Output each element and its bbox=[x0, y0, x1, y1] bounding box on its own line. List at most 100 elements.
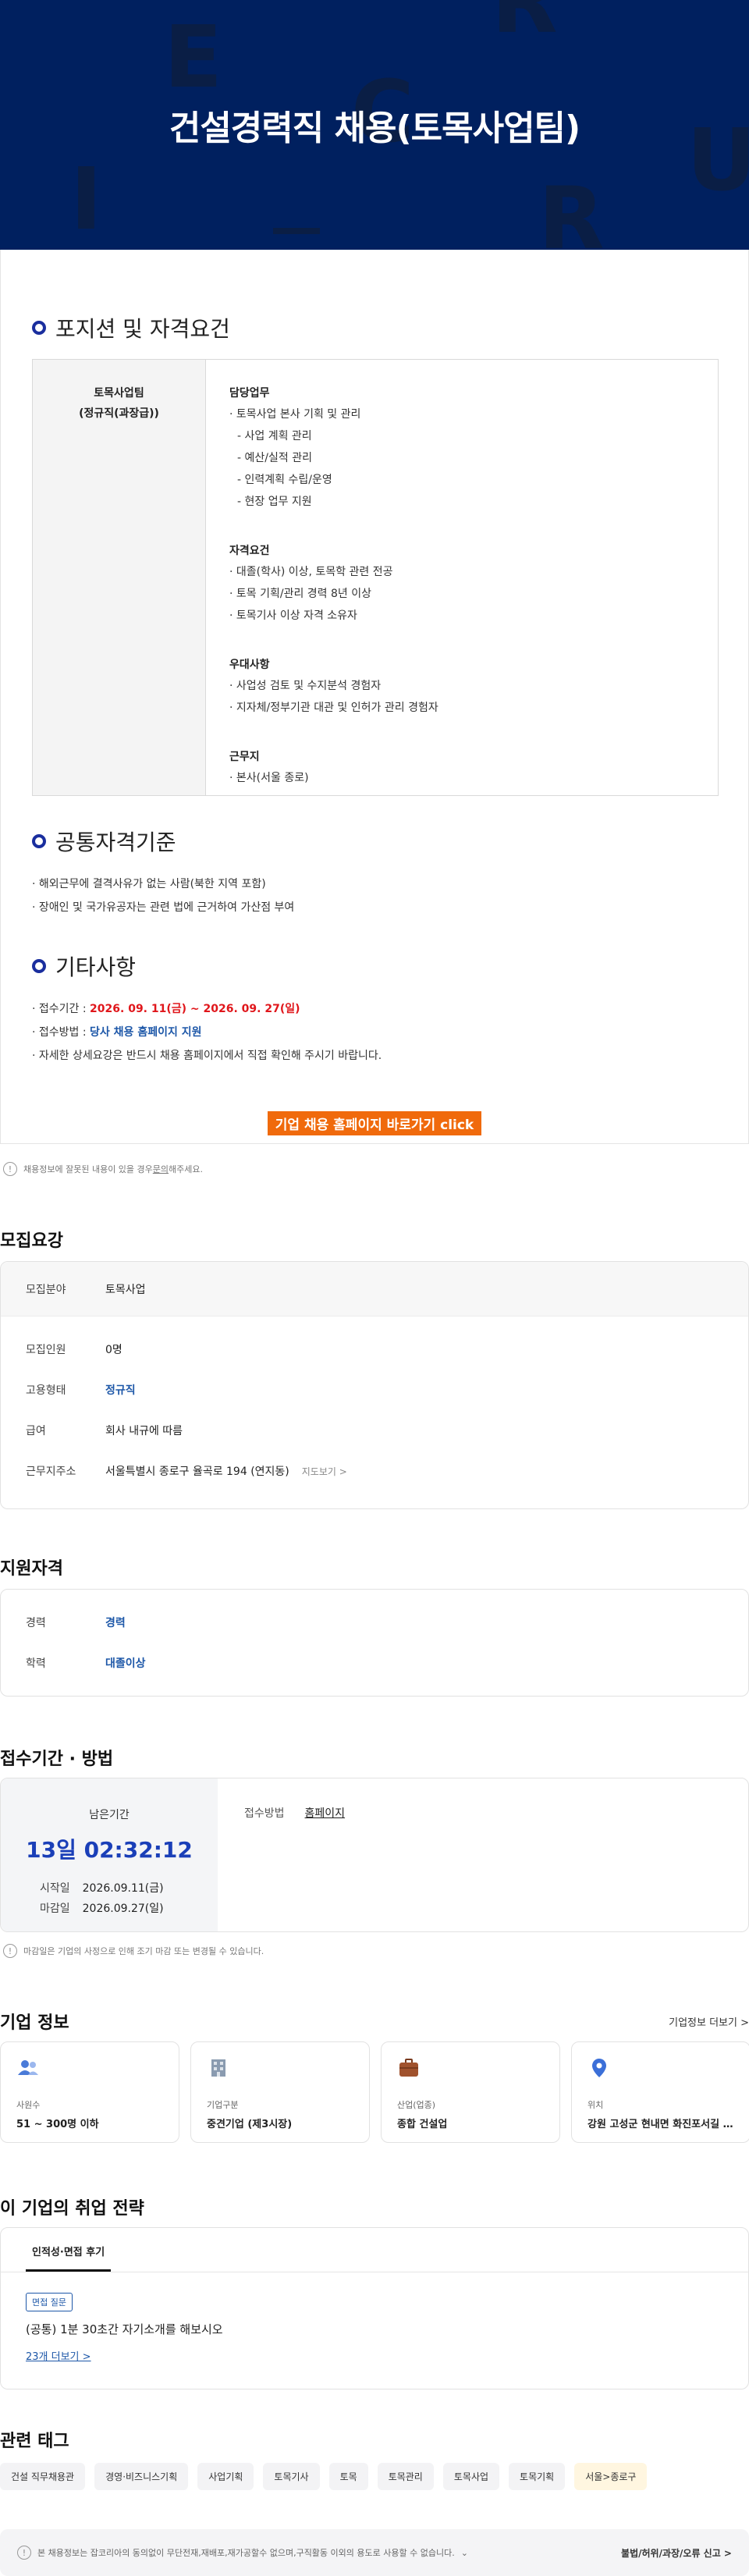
company-header: 기업 정보 기업정보 더보기 > bbox=[0, 2009, 749, 2034]
tag-item[interactable]: 사업기획 bbox=[197, 2463, 254, 2490]
apply-method-panel: 접수방법 홈페이지 bbox=[218, 1778, 748, 1931]
company-card-employees: 사원수 51 ~ 300명 이하 bbox=[0, 2041, 179, 2143]
team-name: 토목사업팀 bbox=[94, 387, 144, 400]
info-icon: ! bbox=[3, 1162, 17, 1176]
etc-method: · 접수방법 : 당사 채용 홈페이지 지원 bbox=[32, 1021, 717, 1044]
etc-detail: · 자세한 상세요강은 반드시 채용 홈페이지에서 직접 확인해 주시기 바랍니… bbox=[32, 1050, 382, 1062]
common-item: · 장애인 및 국가유공자는 관련 법에 근거하여 가산점 부여 bbox=[32, 901, 295, 914]
row-label: 근무지주소 bbox=[26, 1466, 76, 1478]
field-label: 모집분야 bbox=[26, 1283, 66, 1296]
group-line: · 대졸(학사) 이상, 토목학 관련 전공 bbox=[229, 566, 393, 578]
card-label: 사원수 bbox=[16, 2100, 41, 2110]
briefcase-icon bbox=[399, 2059, 418, 2077]
end-date-row: 마감일 2026.09.27(일) bbox=[40, 1899, 218, 1919]
qual-row: 경력 경력 bbox=[1, 1602, 748, 1643]
notice-text-post: 해주세요. bbox=[169, 1164, 204, 1174]
cta-wrap: 기업 채용 홈페이지 바로가기 click bbox=[32, 1111, 717, 1135]
group-line: - 현장 업무 지원 bbox=[237, 496, 312, 508]
row-value: 대졸이상 bbox=[105, 1658, 146, 1670]
end-date: 2026.09.27(일) bbox=[82, 1903, 164, 1915]
start-date: 2026.09.11(금) bbox=[82, 1882, 164, 1895]
recruit-row: 급여 회사 내규에 따름 bbox=[1, 1410, 748, 1451]
etc-heading-text: 기타사항 bbox=[55, 954, 137, 980]
tag-item[interactable]: 경영·비즈니스기획 bbox=[94, 2463, 189, 2490]
qual-row: 학력 대졸이상 bbox=[1, 1643, 748, 1683]
tag-item[interactable]: 토목관리 bbox=[377, 2463, 434, 2490]
etc-list: · 접수기간 : 2026. 09. 11(금) ~ 2026. 09. 27(… bbox=[32, 997, 717, 1068]
more-questions-link[interactable]: 23개 더보기 > bbox=[26, 2348, 723, 2363]
hero-banner: E C R U I R 건설경력직 채용(토목사업팀) bbox=[0, 0, 749, 250]
common-item: · 해외근무에 결격사유가 없는 사람(북한 지역 포함) bbox=[32, 878, 266, 890]
report-link[interactable]: 불법/허위/과장/오류 신고 > bbox=[621, 2546, 732, 2560]
company-card-type: 기업구분 중견기업 (제3시장) bbox=[190, 2041, 370, 2143]
company-more-link[interactable]: 기업정보 더보기 > bbox=[669, 2014, 749, 2029]
tag-item[interactable]: 토목사업 bbox=[442, 2463, 500, 2490]
bg-letter-r-bottom: R bbox=[538, 169, 605, 250]
card-value: 51 ~ 300명 이하 bbox=[16, 2119, 99, 2130]
recruit-row: 근무지주소 서울특별시 종로구 율곡로 194 (연지동) 지도보기 > bbox=[1, 1451, 748, 1491]
copyright-notice: ! 본 채용정보는 잡코리아의 동의없이 무단전재,재배포,재가공할수 없으며,… bbox=[17, 2546, 468, 2560]
info-icon: ! bbox=[3, 1944, 17, 1958]
recruit-card: 모집분야 토목사업 모집인원 0명 고용형태 정규직 급여 회사 내규에 따름 … bbox=[0, 1261, 749, 1509]
tab-interview-review[interactable]: 인적성·면접 후기 bbox=[26, 2228, 112, 2272]
group-title: 우대사항 bbox=[229, 659, 270, 671]
people-icon bbox=[18, 2060, 38, 2075]
row-label: 경력 bbox=[26, 1617, 46, 1629]
group-title: 담당업무 bbox=[229, 387, 270, 400]
info-icon: ! bbox=[17, 2546, 31, 2560]
row-value: 서울특별시 종로구 율곡로 194 (연지동) bbox=[105, 1466, 289, 1478]
card-label: 기업구분 bbox=[207, 2100, 239, 2110]
period-value: 2026. 09. 11(금) ~ 2026. 09. 27(일) bbox=[90, 1003, 300, 1015]
map-link[interactable]: 지도보기 > bbox=[302, 1465, 347, 1478]
card-label: 위치 bbox=[587, 2100, 604, 2110]
position-table: 토목사업팀 (정규직(과장급)) 담당업무 · 토목사업 본사 기획 및 관리 … bbox=[32, 359, 719, 796]
bg-letter-e: E bbox=[164, 7, 223, 107]
group-line: · 토목 기획/관리 경력 8년 이상 bbox=[229, 588, 372, 600]
ring-bullet-icon bbox=[32, 321, 46, 335]
remain-label: 남은기간 bbox=[89, 1809, 130, 1821]
tag-item[interactable]: 토목기획 bbox=[509, 2463, 566, 2490]
tag-item[interactable]: 토목 bbox=[328, 2463, 368, 2490]
copyright-notice-bar: ! 본 채용정보는 잡코리아의 동의없이 무단전재,재배포,재가공할수 없으며,… bbox=[0, 2529, 749, 2576]
group-line: - 사업 계획 관리 bbox=[237, 430, 312, 442]
tag-item[interactable]: 서울>종로구 bbox=[574, 2463, 648, 2490]
company-card-industry: 산업(업종) 종합 건설업 bbox=[381, 2041, 560, 2143]
row-label: 고용형태 bbox=[26, 1384, 66, 1397]
row-value: 0명 bbox=[105, 1344, 122, 1356]
copyright-text: 본 채용정보는 잡코리아의 동의없이 무단전재,재배포,재가공할수 없으며,구직… bbox=[37, 2548, 455, 2558]
position-detail-cell: 담당업무 · 토목사업 본사 기획 및 관리 - 사업 계획 관리 - 예산/실… bbox=[206, 360, 718, 795]
group-title: 근무지 bbox=[229, 751, 260, 763]
notice-wrap: ! bbox=[17, 2546, 37, 2560]
group-line: · 토목기사 이상 자격 소유자 bbox=[229, 609, 357, 622]
etc-period: · 접수기간 : 2026. 09. 11(금) ~ 2026. 09. 27(… bbox=[32, 997, 717, 1021]
location-pin-icon bbox=[592, 2059, 606, 2077]
position-heading-text: 포지션 및 자격요건 bbox=[55, 316, 230, 342]
group-line: · 본사(서울 종로) bbox=[229, 772, 309, 784]
homepage-link[interactable]: 홈페이지 bbox=[305, 1805, 346, 1931]
company-homepage-button[interactable]: 기업 채용 홈페이지 바로가기 click bbox=[267, 1111, 482, 1135]
common-heading-text: 공통자격기준 bbox=[55, 830, 176, 855]
end-label: 마감일 bbox=[40, 1903, 70, 1915]
position-heading: 포지션 및 자격요건 bbox=[32, 312, 717, 343]
tag-item[interactable]: 건설 직무채용관 bbox=[0, 2463, 86, 2490]
workplace-group: 근무지 · 본사(서울 종로) bbox=[229, 747, 718, 789]
method-value: 당사 채용 홈페이지 지원 bbox=[90, 1026, 202, 1039]
error-report-notice: ! 채용정보에 잘못된 내용이 있을 경우 문의 해주세요. bbox=[3, 1162, 203, 1176]
group-line: · 지자체/정부기관 대관 및 인허가 관리 경험자 bbox=[229, 702, 438, 714]
group-line: · 사업성 검토 및 수지분석 경험자 bbox=[229, 680, 382, 692]
card-value: 종합 건설업 bbox=[397, 2119, 448, 2130]
chevron-down-icon[interactable]: ⌄ bbox=[461, 2548, 468, 2558]
duty-group: 담당업무 · 토목사업 본사 기획 및 관리 - 사업 계획 관리 - 예산/실… bbox=[229, 383, 718, 513]
group-title: 자격요건 bbox=[229, 545, 270, 557]
row-label: 급여 bbox=[26, 1425, 46, 1437]
remaining-period-panel: 남은기간 13일 02:32:12 시작일 2026.09.11(금) 마감일 20… bbox=[1, 1778, 218, 1931]
group-line: - 예산/실적 관리 bbox=[237, 452, 312, 464]
date-list: 시작일 2026.09.11(금) 마감일 2026.09.27(일) bbox=[1, 1878, 218, 1919]
tag-item[interactable]: 토목기사 bbox=[263, 2463, 320, 2490]
building-icon bbox=[211, 2059, 225, 2077]
inquiry-link[interactable]: 문의 bbox=[153, 1163, 169, 1175]
company-cards: 사원수 51 ~ 300명 이하 기업구분 중견기업 (제3시장) 산업(업종)… bbox=[0, 2041, 749, 2143]
ring-bullet-icon bbox=[32, 834, 46, 848]
recruit-field-row: 모집분야 토목사업 bbox=[1, 1262, 748, 1316]
method-label: · 접수방법 : bbox=[32, 1026, 91, 1039]
